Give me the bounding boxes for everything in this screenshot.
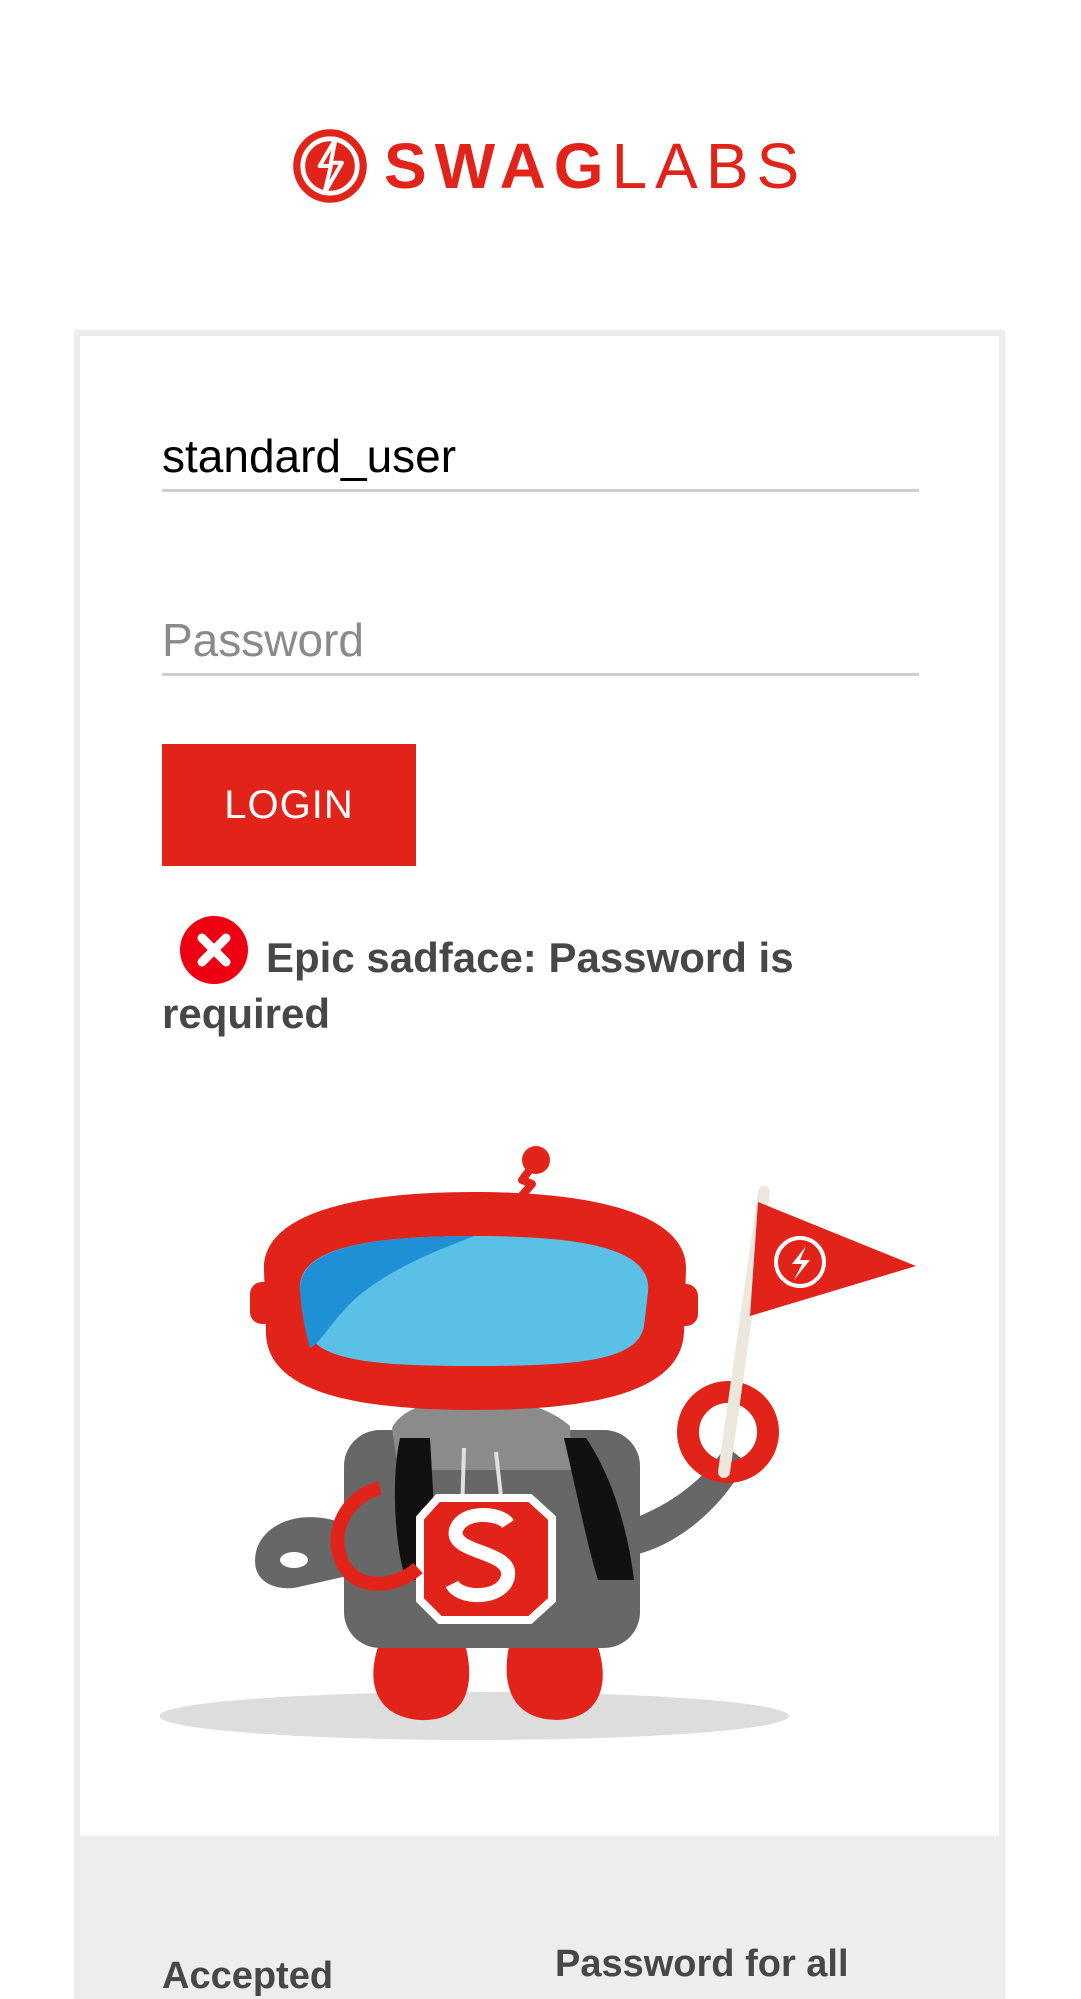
error-message: Epic sadface: Password is required (162, 934, 794, 1037)
swaglabs-bolt-icon (293, 129, 367, 203)
brand-name-light: LABS (611, 130, 808, 202)
accepted-usernames-heading: Accepted (162, 1955, 334, 1997)
brand-name-bold: SWAG (384, 130, 612, 202)
error-x-circle-icon[interactable] (178, 914, 250, 986)
login-page: SWAGLABS LOGIN Epic sadface: Password is… (0, 0, 1081, 1999)
password-field[interactable] (162, 606, 919, 676)
error-message-container: Epic sadface: Password is required (162, 914, 922, 1041)
username-field[interactable] (162, 422, 919, 492)
robot-mascot-illustration (160, 1146, 916, 1740)
login-button[interactable]: LOGIN (162, 744, 416, 866)
brand-name: SWAG LABS (384, 134, 807, 198)
swaglabs-logo: SWAG LABS (290, 124, 799, 208)
password-heading: Password for all (555, 1943, 849, 1985)
